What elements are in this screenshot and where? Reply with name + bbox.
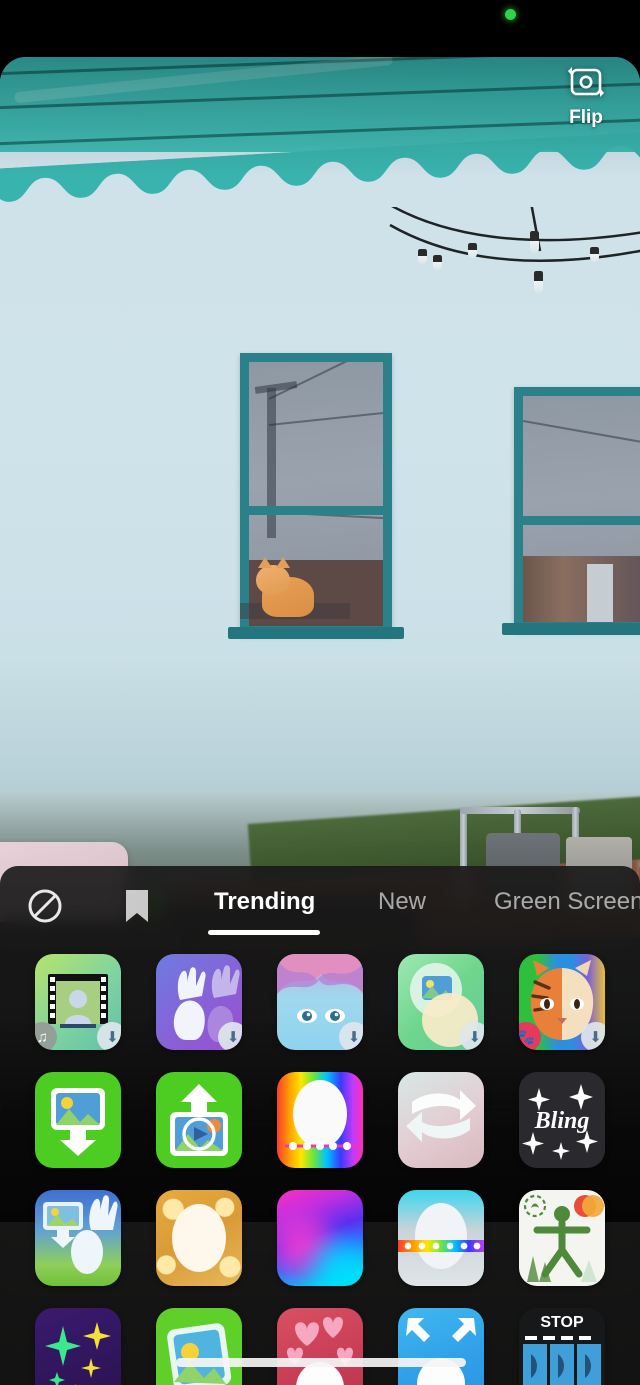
bling-sparkle-text-icon: Bling <box>521 1084 598 1160</box>
tab-new[interactable]: New <box>378 888 426 916</box>
tab-green-screen[interactable]: Green Screen <box>494 888 640 916</box>
active-tab-underline <box>208 930 320 935</box>
download-badge: ⬇ <box>218 1022 243 1050</box>
effect-item[interactable] <box>18 1190 139 1286</box>
no-effect-icon <box>28 889 62 923</box>
effect-item[interactable]: ⬇ <box>260 954 381 1050</box>
pink-hearts-face-icon <box>286 1316 353 1385</box>
effect-item[interactable]: ⬇ <box>380 954 501 1050</box>
no-effect-button[interactable] <box>25 886 65 926</box>
effects-panel: Trending New Green Screen ♫ ⬇ ⬇ ⬇ ⬇ 🐾 ⬇ … <box>0 866 640 1385</box>
effect-item[interactable] <box>380 1308 501 1385</box>
purple-sparkle-icon <box>45 1322 112 1385</box>
two-arrows-swap-icon <box>405 1090 476 1142</box>
favorites-button[interactable] <box>122 888 156 926</box>
green-yoga-figure-icon <box>523 1194 604 1282</box>
rainbow-band-face-icon <box>397 1203 484 1269</box>
svg-text:Bling: Bling <box>533 1108 589 1134</box>
effect-item[interactable] <box>380 1190 501 1286</box>
status-bar <box>0 0 640 57</box>
download-badge: ⬇ <box>459 1022 484 1050</box>
blue-inward-arrows-icon <box>405 1318 476 1385</box>
download-badge: ⬇ <box>580 1022 605 1050</box>
flip-label: Flip <box>569 107 603 128</box>
green-photo-card-icon <box>167 1323 232 1385</box>
effect-item[interactable]: ⬇ <box>139 954 260 1050</box>
tab-trending[interactable]: Trending <box>214 888 315 916</box>
effect-item[interactable]: Bling <box>501 1072 622 1168</box>
camera-active-indicator <box>505 9 516 20</box>
rainbow-gradient-face-icon <box>284 1080 355 1150</box>
effects-grid: ♫ ⬇ ⬇ ⬇ ⬇ 🐾 ⬇ Bling STOP <box>0 954 640 1385</box>
camera-flip-icon <box>568 67 604 97</box>
download-badge: ⬇ <box>338 1022 363 1050</box>
phone-screen: Flip Trending New Green Screen ♫ ⬇ ⬇ ⬇ ⬇… <box>0 0 640 1385</box>
effect-item[interactable] <box>139 1308 260 1385</box>
effect-item[interactable] <box>18 1308 139 1385</box>
effect-item[interactable] <box>139 1072 260 1168</box>
effect-item[interactable] <box>260 1308 381 1385</box>
stop-filmstrip-icon: STOP <box>518 1308 605 1385</box>
effect-item[interactable] <box>260 1190 381 1286</box>
flip-camera-button[interactable]: Flip <box>550 65 622 129</box>
video-up-arrow-green-icon <box>170 1084 229 1156</box>
paw-badge: 🐾 <box>518 1022 541 1050</box>
cat-in-window <box>256 557 318 617</box>
effect-item[interactable] <box>501 1190 622 1286</box>
effect-item[interactable]: 🐾 ⬇ <box>501 954 622 1050</box>
golden-bokeh-face-icon <box>172 1204 227 1272</box>
effect-item[interactable] <box>18 1072 139 1168</box>
effect-item[interactable]: STOP <box>501 1308 622 1385</box>
effects-tabbar: Trending New Green Screen <box>0 866 640 948</box>
download-badge: ⬇ <box>97 1022 122 1050</box>
home-indicator[interactable] <box>176 1358 466 1367</box>
photo-down-arrow-green-icon <box>51 1088 106 1156</box>
window-right-sill <box>502 623 640 635</box>
effect-item[interactable] <box>380 1072 501 1168</box>
bookmark-icon <box>126 890 148 922</box>
photo-waving-person-icon <box>43 1195 118 1274</box>
window-left-sill <box>228 627 404 639</box>
window-right <box>514 387 640 631</box>
string-lights <box>379 196 640 337</box>
svg-text:STOP: STOP <box>540 1314 584 1331</box>
effect-item[interactable] <box>139 1190 260 1286</box>
effect-item[interactable] <box>260 1072 381 1168</box>
effect-item[interactable]: ♫ ⬇ <box>18 954 139 1050</box>
